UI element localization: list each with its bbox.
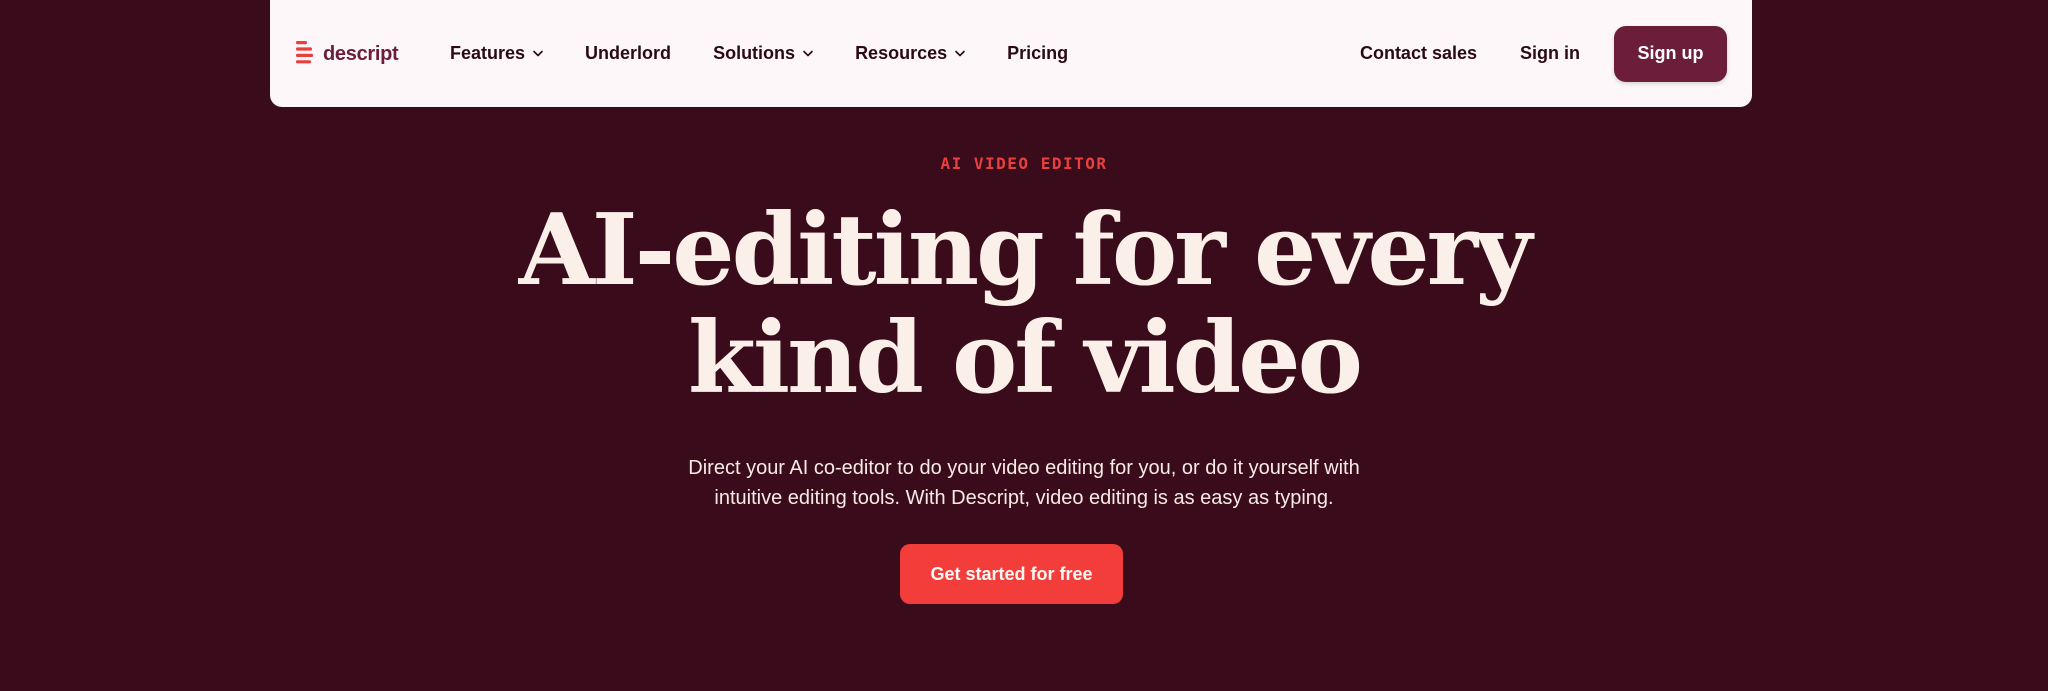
descript-logo-icon: [296, 41, 313, 64]
primary-nav: Features Underlord Solutions Resources P…: [450, 0, 1110, 107]
nav-item-features[interactable]: Features: [450, 43, 543, 64]
nav-item-underlord[interactable]: Underlord: [585, 43, 671, 64]
logo-wordmark: descript: [323, 43, 399, 65]
chevron-down-icon: [803, 50, 813, 57]
nav-actions: Contact sales Sign in Sign up: [1360, 0, 1727, 107]
chevron-down-icon: [955, 50, 965, 57]
hero-description: Direct your AI co-editor to do your vide…: [0, 453, 2048, 513]
chevron-down-icon: [533, 50, 543, 57]
nav-item-label: Pricing: [1007, 43, 1069, 63]
nav-item-resources[interactable]: Resources: [855, 43, 965, 64]
nav-item-label: Resources: [855, 43, 948, 63]
nav-item-label: Underlord: [585, 43, 672, 63]
hero-eyebrow: AI VIDEO EDITOR: [940, 154, 1108, 173]
nav-item-label: Solutions: [713, 43, 796, 63]
sign-in-link[interactable]: Sign in: [1520, 43, 1580, 64]
nav-item-label: Features: [450, 43, 526, 63]
nav-item-pricing[interactable]: Pricing: [1007, 43, 1068, 64]
description-line-2: intuitive editing tools. With Descript, …: [714, 487, 1334, 509]
descript-logo-link[interactable]: descript: [296, 41, 399, 67]
get-started-button[interactable]: Get started for free: [900, 544, 1123, 604]
sign-up-button[interactable]: Sign up: [1614, 25, 1727, 82]
contact-sales-link[interactable]: Contact sales: [1360, 43, 1477, 64]
description-line-1: Direct your AI co-editor to do your vide…: [688, 457, 1360, 479]
top-navigation-bar: descript Features Underlord Solutions Re…: [270, 0, 1752, 107]
nav-item-solutions[interactable]: Solutions: [713, 43, 813, 64]
headline-line-2: kind of video: [687, 301, 1363, 416]
hero-headline: AI-editing for every kind of video: [0, 197, 2048, 413]
headline-line-1: AI-editing for every: [518, 193, 1533, 308]
